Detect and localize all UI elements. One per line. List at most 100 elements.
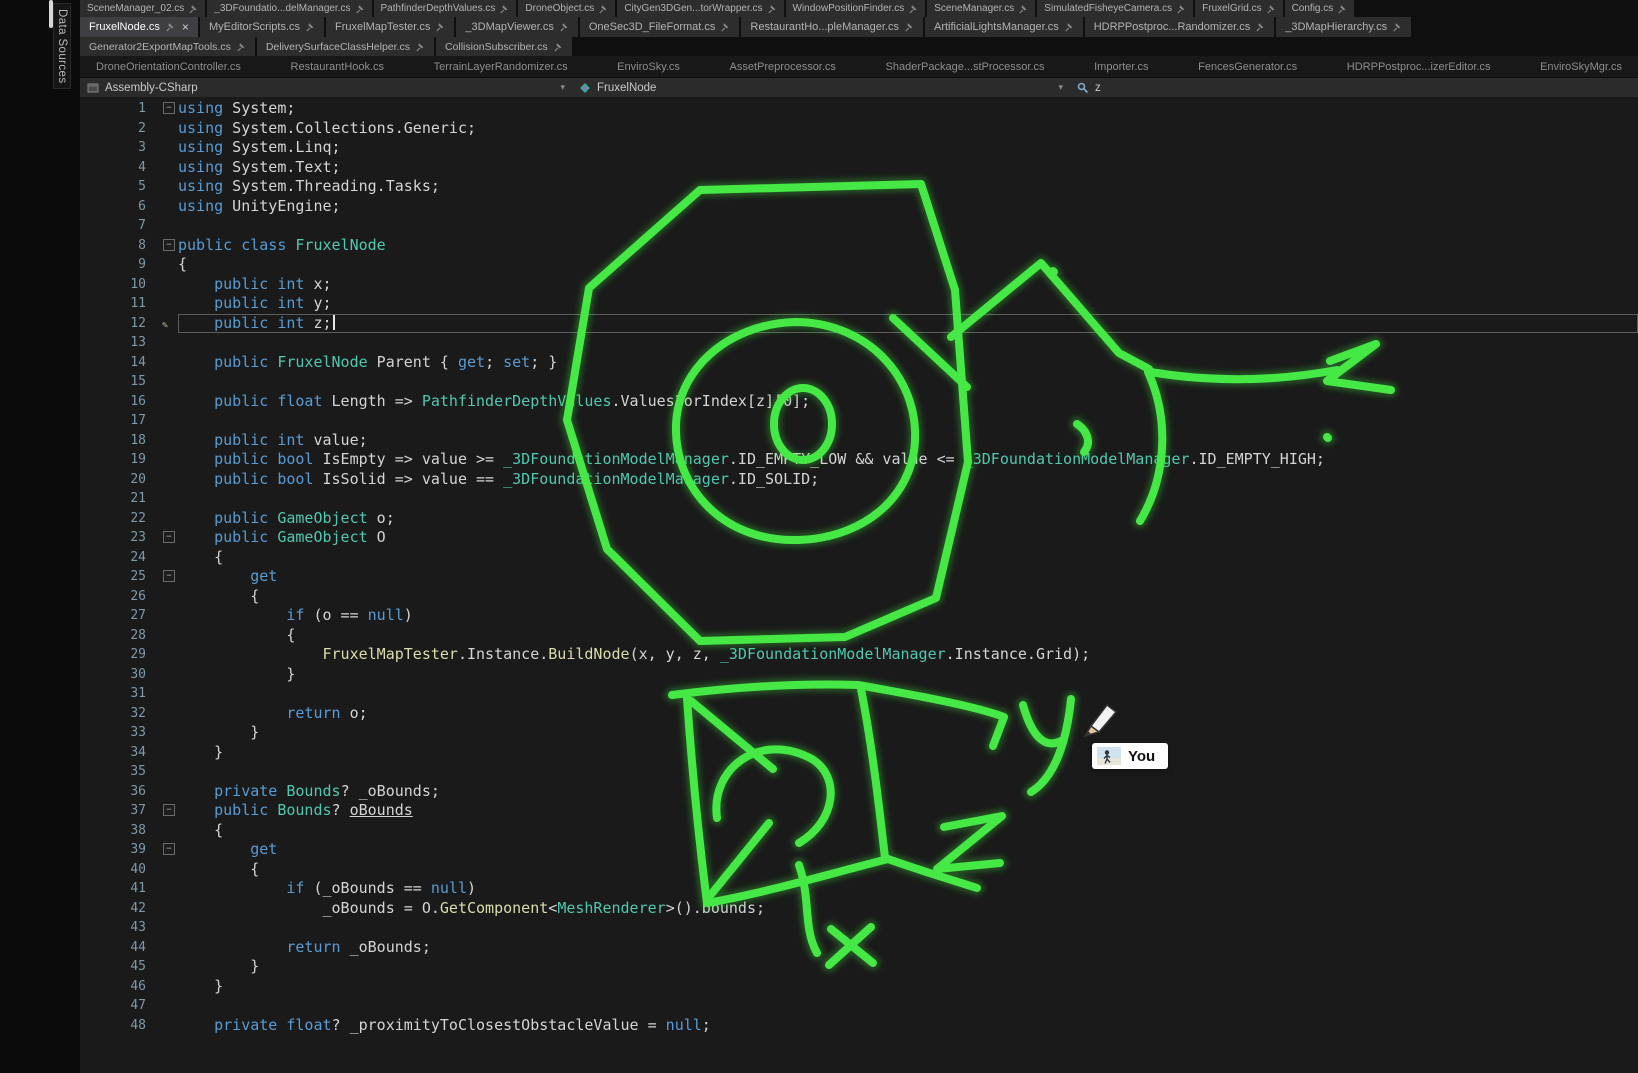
code-line-38[interactable]: 38 {	[80, 821, 1638, 841]
collapse-box-icon[interactable]: −	[163, 843, 175, 855]
tab-onesec3d-fileformat-cs[interactable]: OneSec3D_FileFormat.cs	[580, 17, 740, 37]
pin-icon[interactable]	[599, 4, 608, 14]
code-line-43[interactable]: 43	[80, 918, 1638, 938]
code-line-27[interactable]: 27 if (o == null)	[80, 606, 1638, 626]
code-line-48[interactable]: 48 private float? _proximityToClosestObs…	[80, 1016, 1638, 1036]
code-line-26[interactable]: 26 {	[80, 587, 1638, 607]
fold-indicator[interactable]: −	[152, 528, 178, 548]
code-line-44[interactable]: 44 return _oBounds;	[80, 938, 1638, 958]
tab-droneobject-cs[interactable]: DroneObject.cs	[518, 0, 615, 17]
code-line-1[interactable]: 1−using System;	[80, 99, 1638, 119]
tab-fruxelgrid-cs[interactable]: FruxelGrid.cs	[1195, 0, 1282, 17]
fold-indicator[interactable]: −	[152, 801, 178, 821]
code-line-39[interactable]: 39− get	[80, 840, 1638, 860]
tab--3dmapviewer-cs[interactable]: _3DMapViewer.cs	[456, 17, 577, 37]
collapse-box-icon[interactable]: −	[163, 102, 175, 114]
tab-importer-cs[interactable]: Importer.cs	[1090, 56, 1152, 77]
collapse-box-icon[interactable]: −	[163, 531, 175, 543]
code-line-14[interactable]: 14 public FruxelNode Parent { get; set; …	[80, 353, 1638, 373]
pin-icon[interactable]	[768, 4, 777, 14]
pin-icon[interactable]	[416, 42, 425, 52]
code-line-9[interactable]: 9{	[80, 255, 1638, 275]
pin-icon[interactable]	[189, 4, 198, 14]
code-line-8[interactable]: 8−public class FruxelNode	[80, 236, 1638, 256]
fold-indicator[interactable]: −	[152, 236, 178, 256]
fold-indicator[interactable]: −	[152, 99, 178, 119]
tab-deliverysurfaceclasshelper-cs[interactable]: DeliverySurfaceClassHelper.cs	[257, 37, 434, 56]
code-editor[interactable]: 1−using System;2using System.Collections…	[80, 97, 1638, 1073]
code-line-18[interactable]: 18 public int value;	[80, 431, 1638, 451]
code-line-33[interactable]: 33 }	[80, 723, 1638, 743]
fold-indicator[interactable]: −	[152, 567, 178, 587]
code-line-40[interactable]: 40 {	[80, 860, 1638, 880]
code-line-11[interactable]: 11 public int y;	[80, 294, 1638, 314]
code-line-42[interactable]: 42 _oBounds = O.GetComponent<MeshRendere…	[80, 899, 1638, 919]
code-line-22[interactable]: 22 public GameObject o;	[80, 509, 1638, 529]
code-line-2[interactable]: 2using System.Collections.Generic;	[80, 119, 1638, 139]
pin-icon[interactable]	[1019, 4, 1028, 14]
pin-icon[interactable]	[905, 22, 914, 32]
pin-icon[interactable]	[500, 4, 509, 14]
tab--3dfoundatio-delmanager-cs[interactable]: _3DFoundatio...delManager.cs	[207, 0, 371, 17]
code-line-41[interactable]: 41 if (_oBounds == null)	[80, 879, 1638, 899]
pin-icon[interactable]	[1177, 4, 1186, 14]
code-line-36[interactable]: 36 private Bounds? _oBounds;	[80, 782, 1638, 802]
tab-restaurantho-plemanager-cs[interactable]: RestaurantHo...pleManager.cs	[741, 17, 923, 37]
code-line-46[interactable]: 46 }	[80, 977, 1638, 997]
pin-icon[interactable]	[1065, 22, 1074, 32]
collapse-box-icon[interactable]: −	[163, 239, 175, 251]
code-line-20[interactable]: 20 public bool IsSolid => value == _3DFo…	[80, 470, 1638, 490]
collapse-box-icon[interactable]: −	[163, 570, 175, 582]
type-dropdown[interactable]: FruxelNode ▾	[572, 78, 1070, 97]
code-line-6[interactable]: 6using UnityEngine;	[80, 197, 1638, 217]
tab-scenemanager-cs[interactable]: SceneManager.cs	[927, 0, 1035, 17]
pin-icon[interactable]	[1256, 22, 1265, 32]
tab-fruxelnode-cs[interactable]: FruxelNode.cs×	[80, 17, 198, 37]
code-line-3[interactable]: 3using System.Linq;	[80, 138, 1638, 158]
tab-artificiallightsmanager-cs[interactable]: ArtificialLightsManager.cs	[925, 17, 1083, 37]
tab-windowpositionfinder-cs[interactable]: WindowPositionFinder.cs	[786, 0, 926, 17]
fold-indicator[interactable]: −	[152, 840, 178, 860]
code-line-21[interactable]: 21	[80, 489, 1638, 509]
code-line-24[interactable]: 24 {	[80, 548, 1638, 568]
code-line-47[interactable]: 47	[80, 996, 1638, 1016]
tab-droneorientationcontroller-cs[interactable]: DroneOrientationController.cs	[92, 56, 245, 77]
pin-icon[interactable]	[554, 42, 563, 52]
tab-fruxelmaptester-cs[interactable]: FruxelMapTester.cs	[326, 17, 454, 37]
pin-icon[interactable]	[721, 22, 730, 32]
close-icon[interactable]: ×	[182, 22, 189, 32]
pin-icon[interactable]	[560, 22, 569, 32]
code-line-32[interactable]: 32 return o;	[80, 704, 1638, 724]
pin-icon[interactable]	[237, 42, 246, 52]
tab-assetpreprocessor-cs[interactable]: AssetPreprocessor.cs	[726, 56, 840, 77]
code-line-31[interactable]: 31	[80, 684, 1638, 704]
member-dropdown[interactable]: z	[1070, 78, 1638, 97]
code-line-12[interactable]: 12✎ public int z;	[80, 314, 1638, 334]
tab-myeditorscripts-cs[interactable]: MyEditorScripts.cs	[200, 17, 324, 37]
tab-citygen3dgen-torwrapper-cs[interactable]: CityGen3DGen...torWrapper.cs	[617, 0, 783, 17]
tab-hdrppostproc-randomizer-cs[interactable]: HDRPPostproc...Randomizer.cs	[1085, 17, 1275, 37]
pin-icon[interactable]	[1338, 4, 1347, 14]
code-line-34[interactable]: 34 }	[80, 743, 1638, 763]
pin-icon[interactable]	[909, 4, 918, 14]
code-line-10[interactable]: 10 public int x;	[80, 275, 1638, 295]
code-line-16[interactable]: 16 public float Length => PathfinderDept…	[80, 392, 1638, 412]
tab-collisionsubscriber-cs[interactable]: CollisionSubscriber.cs	[436, 37, 572, 56]
tab-simulatedfisheyecamera-cs[interactable]: SimulatedFisheyeCamera.cs	[1037, 0, 1193, 17]
tab-fencesgenerator-cs[interactable]: FencesGenerator.cs	[1194, 56, 1301, 77]
code-line-19[interactable]: 19 public bool IsEmpty => value >= _3DFo…	[80, 450, 1638, 470]
pin-icon[interactable]	[306, 22, 315, 32]
project-dropdown[interactable]: Assembly-CSharp ▾	[80, 78, 572, 97]
code-line-15[interactable]: 15	[80, 372, 1638, 392]
tab-pathfinderdepthvalues-cs[interactable]: PathfinderDepthValues.cs	[374, 0, 517, 17]
pin-icon[interactable]	[356, 4, 365, 14]
tab-terrainlayerrandomizer-cs[interactable]: TerrainLayerRandomizer.cs	[430, 56, 572, 77]
code-line-29[interactable]: 29 FruxelMapTester.Instance.BuildNode(x,…	[80, 645, 1638, 665]
code-line-35[interactable]: 35	[80, 762, 1638, 782]
tab-envirosky-cs[interactable]: EnviroSky.cs	[613, 56, 684, 77]
code-line-5[interactable]: 5using System.Threading.Tasks;	[80, 177, 1638, 197]
code-line-17[interactable]: 17	[80, 411, 1638, 431]
pin-icon[interactable]	[1393, 22, 1402, 32]
code-line-37[interactable]: 37− public Bounds? oBounds	[80, 801, 1638, 821]
code-line-28[interactable]: 28 {	[80, 626, 1638, 646]
